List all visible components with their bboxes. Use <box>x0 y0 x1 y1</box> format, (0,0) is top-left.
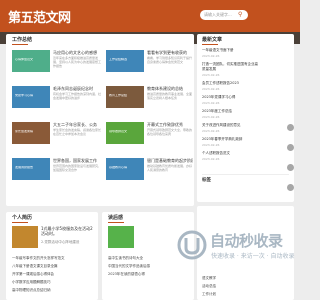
latest-item[interactable]: 会员工作述职报告2023 <box>202 81 260 86</box>
latest-date: 2023-02-26 <box>202 115 220 119</box>
article-title[interactable]: 毛泽东同志诞辰纪念时 <box>53 86 101 91</box>
latest-item[interactable]: 2023年春季开学典礼致辞 <box>202 137 260 142</box>
watermark: 自动秒收录 快速收录 · 来访一次 · 自动收录 <box>177 230 294 261</box>
article-title[interactable]: 大五二子年谷家长、公务 <box>53 122 101 127</box>
article-title[interactable]: 1式最小学5校服务及在活动2活动时。 <box>41 226 95 236</box>
search-icon[interactable]: ⚲ <box>238 12 242 18</box>
article-desc: 看看，学习到很多知识有利于提升自身素质心得体会优秀范文 <box>147 56 193 64</box>
latest-date: 2023-02-26 <box>202 54 220 58</box>
tag-item[interactable]: 语文教学 <box>202 276 288 281</box>
work-summary-panel: 工作总结 心得体会范文 马应用心的文艺心的感想 近年来在多方面积极推进高质量发展… <box>6 34 194 206</box>
comment-icon[interactable] <box>287 164 294 171</box>
thumbnail[interactable]: 教育工作总结 <box>106 86 144 108</box>
resume-panel: 个人简历 1式最小学5校服务及在活动2活动时。 2.党群活动中心阵地建设 一年级… <box>6 212 98 300</box>
tag-item[interactable]: 工作计划 <box>202 292 288 297</box>
article-desc: 2.党群活动中心阵地建设 <box>41 240 80 244</box>
thumbnail[interactable] <box>12 226 38 248</box>
thumbnail[interactable]: 家长会发言稿 <box>12 122 50 144</box>
article-title[interactable]: 马应用心的文艺心的感想 <box>53 50 101 55</box>
latest-date: 2023-02-26 <box>202 143 220 147</box>
list-item[interactable]: 中国当代的文学作品读后感 <box>108 264 190 269</box>
section-title: 工作总结 <box>12 37 33 43</box>
latest-date: 2023-02-26 <box>202 87 220 91</box>
article-title[interactable]: 看看有学到更有收获的 <box>147 50 193 55</box>
back-to-top-icon[interactable] <box>287 184 294 191</box>
watermark-logo-icon <box>177 230 207 260</box>
latest-item[interactable]: 关于改进作风建设的意见 <box>202 123 260 128</box>
latest-item[interactable]: 2023年度工作总结 <box>202 109 260 114</box>
article-desc: 开幕式领导致辞范文大全，尊敬的各位领导各位来宾 <box>147 128 193 136</box>
latest-date: 2023-02-26 <box>202 101 220 105</box>
list-item[interactable]: 小学数学应用题解题技巧 <box>12 280 94 285</box>
section-title: 最新文章 <box>202 37 223 43</box>
site-header: 第五范文网 请输入关键字... ⚲ <box>0 0 300 32</box>
thumbnail[interactable] <box>108 226 134 248</box>
article-title[interactable]: 银门是基础教育的起步阶段 <box>147 158 193 163</box>
article-title[interactable]: 世界各国，国家发展工作 <box>53 158 101 163</box>
latest-date: 2023-02-26 <box>202 129 220 133</box>
latest-panel: 最新文章 一年级语文书面下册 2023-02-26 打造一流团队，切实推进国有企… <box>197 34 294 202</box>
article-desc: 世界范围内的国家建设与发展研究，加强国际交流合作 <box>53 164 101 172</box>
article-desc: 有机会学习工作报告的深刻内涵，社会发展中更好的进步 <box>53 92 101 100</box>
article-desc: 学生家长会的发言稿，感谢各位家长在百忙之中参加本次会议 <box>53 128 101 136</box>
latest-date: 2023-02-26 <box>202 73 220 77</box>
qr-icon[interactable] <box>287 144 294 151</box>
latest-item[interactable]: 一年级语文书面下册 <box>202 48 260 53</box>
share-icon[interactable] <box>287 124 294 131</box>
latest-item[interactable]: 2023年党课学习心得 <box>202 95 260 100</box>
article-desc: 近年来在多方面积极推进高质量发展，坚持以人民为中心的发展思想工作报告 <box>53 56 101 68</box>
list-item[interactable]: 2023年在读的感悟心得 <box>108 272 190 277</box>
list-item[interactable]: 开学第一课观后感心得体会 <box>12 272 94 277</box>
thumbnail[interactable]: 心得体会范文 <box>12 50 50 72</box>
watermark-subtext: 快速收录 · 来访一次 · 自动收录 <box>211 253 295 260</box>
section-title: 读后感 <box>108 215 124 221</box>
list-item[interactable]: 高中物理知识点总结归纳 <box>12 288 94 293</box>
latest-item[interactable]: 打造一流团队，切实推进国有企业高质量发展 <box>202 62 260 72</box>
watermark-text: 自动秒收录 <box>210 232 283 250</box>
thumbnail[interactable]: 党建学习心得 <box>12 86 50 108</box>
thumbnail[interactable]: 基础教育心得 <box>106 158 144 180</box>
latest-item[interactable]: 个人述职报告范文 <box>202 151 260 156</box>
list-item[interactable]: 一年级写事作文的开头怎样写范文 <box>12 256 94 261</box>
latest-date: 2023-02-26 <box>202 157 220 161</box>
thumbnail[interactable]: 发展调研报告 <box>12 158 50 180</box>
thumbnail[interactable]: 工作总结精选 <box>106 50 144 72</box>
tag-item[interactable]: 活动总结 <box>202 284 288 289</box>
article-title[interactable]: 教育体系建设的总结 <box>147 86 193 91</box>
article-desc: 推进高质量的教育事业发展，全面落实立德树人根本任务 <box>147 92 193 100</box>
site-logo[interactable]: 第五范文网 <box>8 7 71 26</box>
section-title: 标签 <box>202 178 211 183</box>
list-item[interactable]: 八年级下册语文课文目录全篇 <box>12 264 94 269</box>
section-title: 个人简历 <box>12 215 33 221</box>
thumbnail[interactable]: 领导致辞范文 <box>106 122 144 144</box>
article-desc: 推动基础教育优质均衡发展，办好人民满意的教育 <box>147 164 193 172</box>
article-title[interactable]: 开幕式工作致辞优秀 <box>147 122 193 127</box>
